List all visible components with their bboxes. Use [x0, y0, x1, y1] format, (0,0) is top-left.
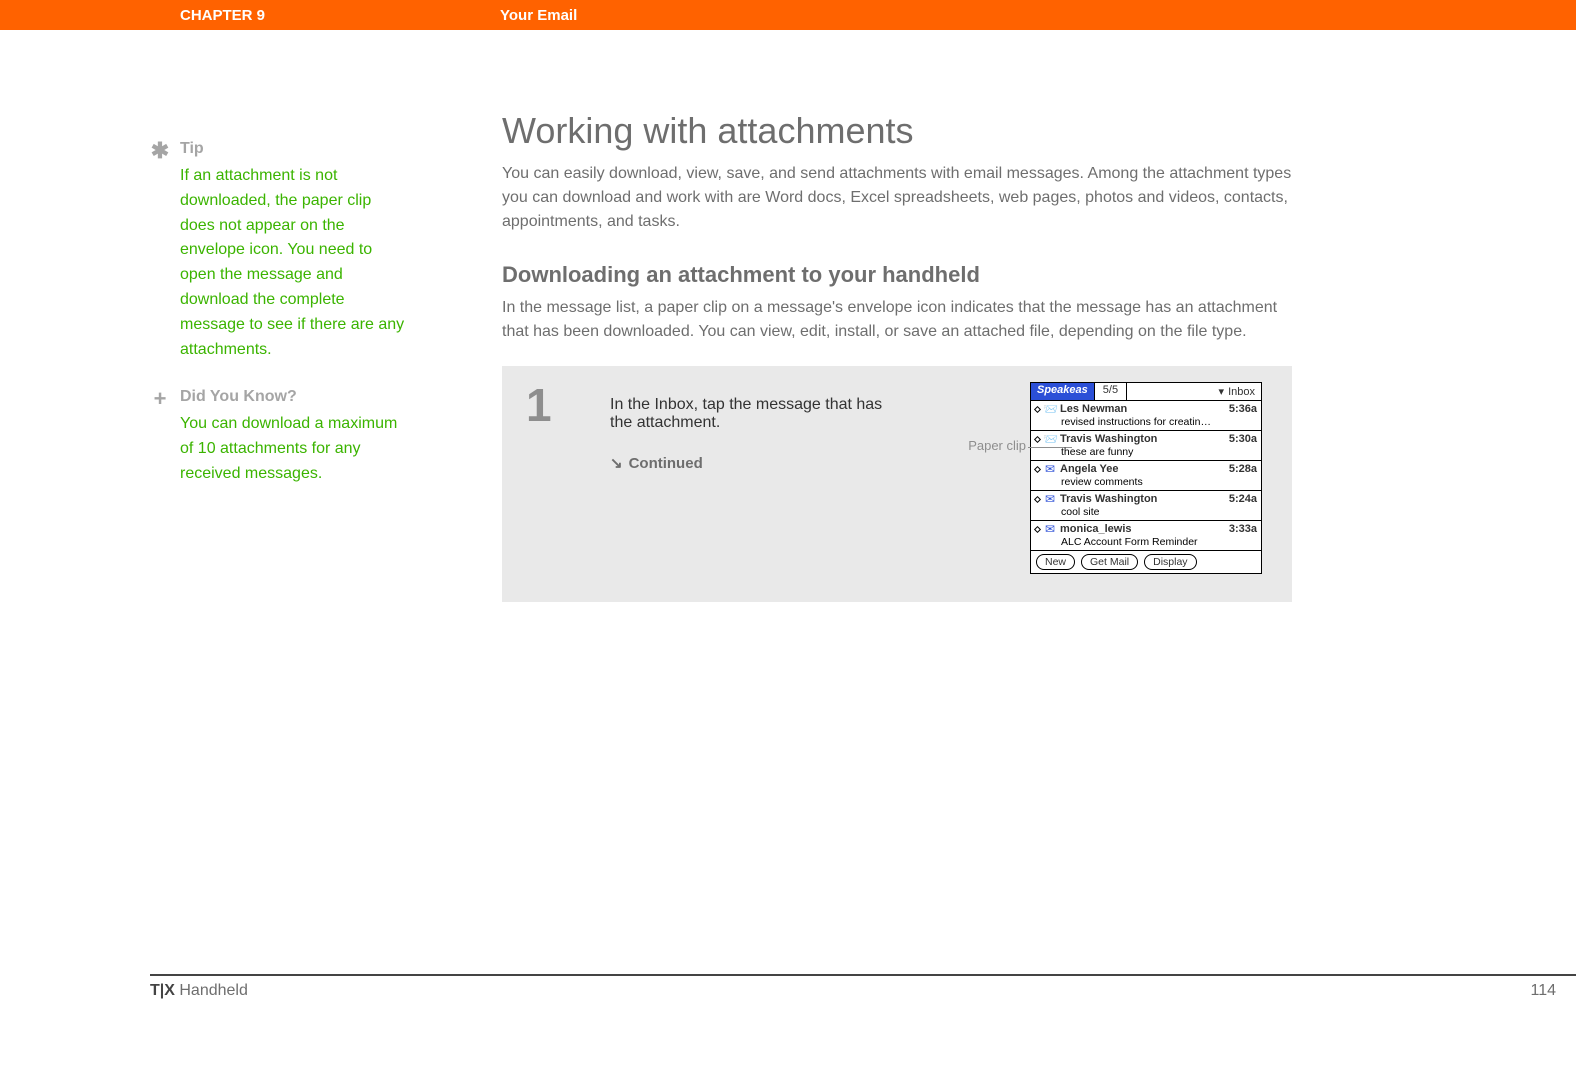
dyk-heading: Did You Know?: [180, 388, 297, 406]
message-sender: Travis Washington: [1060, 433, 1226, 445]
message-sender: monica_lewis: [1060, 523, 1226, 535]
continued-label: Continued: [629, 455, 703, 472]
envelope-icon: ✉: [1043, 522, 1057, 536]
callout-column: Paper clip: [900, 382, 1030, 574]
message-subject: cool site: [1061, 506, 1257, 518]
folder-dropdown[interactable]: ▾ Inbox: [1127, 383, 1261, 400]
continued-indicator: ↘ Continued: [610, 454, 900, 472]
message-sender: Les Newman: [1060, 403, 1226, 415]
message-subject: revised instructions for creatin…: [1061, 416, 1257, 428]
footer-device-bold: T|X: [150, 982, 175, 999]
message-row[interactable]: 📨Travis Washington5:30athese are funny: [1031, 431, 1261, 461]
paperclip-callout: Paper clip: [968, 438, 1026, 453]
page-h2: Downloading an attachment to your handhe…: [502, 262, 1292, 288]
unread-marker-icon: [1034, 495, 1041, 502]
folder-dropdown-label: Inbox: [1228, 386, 1255, 398]
footer-device-rest: Handheld: [175, 982, 248, 999]
chapter-title: Your Email: [500, 7, 577, 24]
message-time: 5:36a: [1229, 403, 1257, 415]
envelope-icon: 📨: [1043, 402, 1057, 416]
message-list: 📨Les Newman5:36arevised instructions for…: [1031, 401, 1261, 551]
continued-arrow-icon: ↘: [610, 454, 623, 472]
message-row[interactable]: 📨Les Newman5:36arevised instructions for…: [1031, 401, 1261, 431]
message-subject: these are funny: [1061, 446, 1257, 458]
unread-marker-icon: [1034, 465, 1041, 472]
tip-block: ✱ Tip If an attachment is not downloaded…: [150, 140, 410, 362]
envelope-icon: 📨: [1043, 432, 1057, 446]
page-number: 114: [1530, 982, 1556, 1000]
step-panel: 1 In the Inbox, tap the message that has…: [502, 366, 1292, 602]
chapter-label: CHAPTER 9: [180, 7, 500, 24]
chevron-down-icon: ▾: [1219, 385, 1225, 398]
message-sender: Travis Washington: [1060, 493, 1226, 505]
message-subject: ALC Account Form Reminder: [1061, 536, 1257, 548]
tip-heading: Tip: [180, 140, 204, 158]
unread-marker-icon: [1034, 525, 1041, 532]
device-screenshot: Speakeas 5/5 ▾ Inbox 📨Les Newman5:36arev…: [1030, 382, 1262, 574]
display-button[interactable]: Display: [1144, 554, 1196, 570]
asterisk-icon: ✱: [150, 140, 170, 162]
step-instruction: In the Inbox, tap the message that has t…: [610, 396, 900, 432]
message-time: 3:33a: [1229, 523, 1257, 535]
message-time: 5:24a: [1229, 493, 1257, 505]
message-time: 5:28a: [1229, 463, 1257, 475]
main-content: Working with attachments You can easily …: [502, 110, 1292, 602]
envelope-icon: ✉: [1043, 492, 1057, 506]
unread-marker-icon: [1034, 435, 1041, 442]
device-toolbar: New Get Mail Display: [1031, 551, 1261, 573]
message-row[interactable]: ✉monica_lewis3:33aALC Account Form Remin…: [1031, 521, 1261, 551]
sub-intro-paragraph: In the message list, a paper clip on a m…: [502, 296, 1292, 344]
message-row[interactable]: ✉Travis Washington5:24acool site: [1031, 491, 1261, 521]
step-number: 1: [520, 382, 610, 574]
envelope-icon: ✉: [1043, 462, 1057, 476]
footer-device-name: T|X Handheld: [150, 982, 248, 1000]
message-sender: Angela Yee: [1060, 463, 1226, 475]
sidebar: ✱ Tip If an attachment is not downloaded…: [150, 140, 410, 513]
message-row[interactable]: ✉Angela Yee5:28areview comments: [1031, 461, 1261, 491]
step-body: In the Inbox, tap the message that has t…: [610, 382, 900, 574]
intro-paragraph: You can easily download, view, save, and…: [502, 162, 1292, 234]
page-footer: T|X Handheld 114: [150, 974, 1576, 1000]
dyk-body: You can download a maximum of 10 attachm…: [180, 412, 410, 486]
unread-marker-icon: [1034, 405, 1041, 412]
message-time: 5:30a: [1229, 433, 1257, 445]
chapter-header: CHAPTER 9 Your Email: [0, 0, 1576, 30]
get-mail-button[interactable]: Get Mail: [1081, 554, 1138, 570]
page-h1: Working with attachments: [502, 110, 1292, 152]
did-you-know-block: + Did You Know? You can download a maxim…: [150, 388, 410, 486]
new-button[interactable]: New: [1036, 554, 1075, 570]
message-subject: review comments: [1061, 476, 1257, 488]
plus-icon: +: [150, 388, 170, 410]
app-brand: Speakeas: [1031, 383, 1095, 400]
pager-count: 5/5: [1095, 383, 1127, 400]
tip-body: If an attachment is not downloaded, the …: [180, 164, 410, 362]
